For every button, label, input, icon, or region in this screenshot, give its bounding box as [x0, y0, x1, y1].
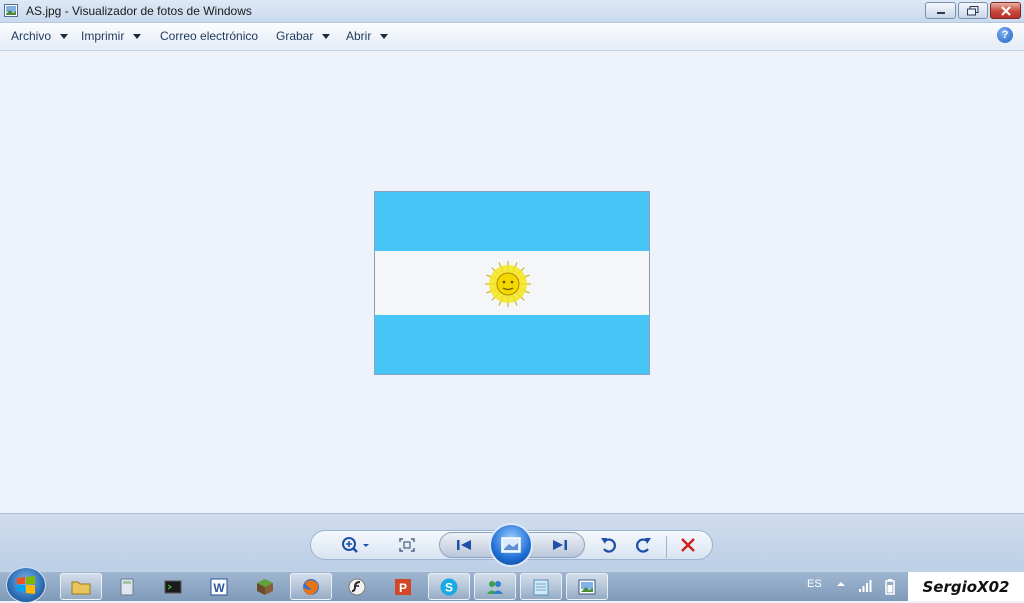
help-icon: ? [1001, 29, 1009, 41]
taskbar-minecraft[interactable] [244, 573, 286, 600]
users-icon [487, 580, 503, 594]
delete-button[interactable] [678, 535, 698, 555]
zoom-button[interactable] [338, 535, 372, 555]
flash-icon [348, 578, 366, 595]
svg-text:S: S [445, 580, 453, 594]
flag-stripe-top [375, 192, 649, 251]
window-title: AS.jpg - Visualizador de fotos de Window… [26, 4, 252, 18]
taskbar-explorer[interactable] [60, 573, 102, 600]
taskbar-terminal[interactable] [152, 573, 194, 600]
menu-label: Grabar [276, 29, 314, 43]
previous-button[interactable] [452, 536, 476, 554]
rotate-clockwise-button[interactable] [632, 535, 654, 555]
control-separator [666, 536, 667, 558]
sun-of-may-icon [485, 261, 531, 307]
menu-label: Correo electrónico [160, 29, 259, 43]
next-button[interactable] [548, 536, 572, 554]
start-orb-icon [17, 576, 35, 594]
taskbar-notepad[interactable] [520, 573, 562, 600]
delete-icon [681, 538, 695, 552]
help-button[interactable]: ? [997, 27, 1013, 43]
network-icon[interactable] [858, 579, 874, 593]
menu-grabar[interactable]: Grabar [276, 29, 331, 43]
skype-icon: S [440, 578, 458, 595]
taskbar-calculator[interactable] [106, 573, 148, 600]
minimize-icon [936, 11, 945, 14]
control-bar [0, 513, 1024, 572]
displayed-image [374, 191, 650, 375]
taskbar-flash[interactable] [336, 573, 378, 600]
taskbar-skype[interactable]: S [428, 573, 470, 600]
taskbar-word[interactable]: W [198, 573, 240, 600]
zoom-icon [342, 537, 369, 553]
menu-abrir[interactable]: Abrir [346, 29, 389, 43]
svg-text:W: W [213, 581, 225, 595]
title-bar: AS.jpg - Visualizador de fotos de Window… [0, 0, 1024, 23]
firefox-icon [303, 578, 319, 595]
start-button[interactable] [6, 567, 46, 603]
menu-archivo[interactable]: Archivo [11, 29, 69, 43]
next-icon [553, 540, 567, 550]
menu-correo-electronico[interactable]: Correo electrónico [160, 29, 258, 43]
taskbar-firefox[interactable] [290, 573, 332, 600]
taskbar-powerpoint[interactable]: P [382, 573, 424, 600]
chevron-down-icon [380, 33, 389, 39]
taskbar: W P S ES SergioX02 [0, 567, 1024, 603]
explorer-icon [71, 581, 91, 594]
language-indicator[interactable]: ES [807, 578, 822, 590]
flag-stripe-bottom [375, 315, 649, 374]
svg-text:P: P [399, 581, 407, 595]
chevron-down-icon [133, 33, 142, 39]
word-icon: W [210, 578, 228, 595]
menu-label: Imprimir [81, 29, 125, 43]
fit-to-window-icon [399, 538, 415, 552]
maximize-button[interactable] [958, 2, 988, 19]
chevron-down-icon [322, 33, 331, 39]
slideshow-button[interactable] [489, 523, 533, 567]
notepad-icon [533, 579, 549, 595]
terminal-icon [164, 580, 182, 593]
photo-viewer-icon [578, 579, 596, 594]
minecraft-icon [257, 578, 273, 595]
menu-bar: Archivo Imprimir Correo electrónico Grab… [0, 23, 1024, 51]
watermark: SergioX02 [908, 572, 1024, 601]
rotate-clockwise-icon [636, 538, 651, 553]
taskbar-photo-viewer[interactable] [566, 573, 608, 600]
taskbar-users[interactable] [474, 573, 516, 600]
chevron-down-icon [60, 33, 69, 39]
photo-viewer-icon [4, 4, 18, 17]
maximize-icon [967, 5, 979, 15]
rotate-counterclockwise-icon [601, 538, 616, 553]
fit-to-window-button[interactable] [397, 536, 417, 554]
menu-label: Archivo [11, 29, 52, 43]
calculator-icon [120, 578, 134, 595]
close-button[interactable] [990, 2, 1021, 19]
battery-icon[interactable] [885, 579, 895, 595]
menu-imprimir[interactable]: Imprimir [81, 29, 142, 43]
slideshow-icon [501, 537, 521, 553]
rotate-counterclockwise-button[interactable] [598, 535, 620, 555]
powerpoint-icon: P [395, 578, 411, 595]
show-hidden-icons-icon[interactable] [836, 579, 846, 589]
minimize-button[interactable] [925, 2, 956, 19]
menu-label: Abrir [346, 29, 372, 43]
close-icon [1000, 5, 1011, 16]
previous-icon [457, 540, 471, 550]
